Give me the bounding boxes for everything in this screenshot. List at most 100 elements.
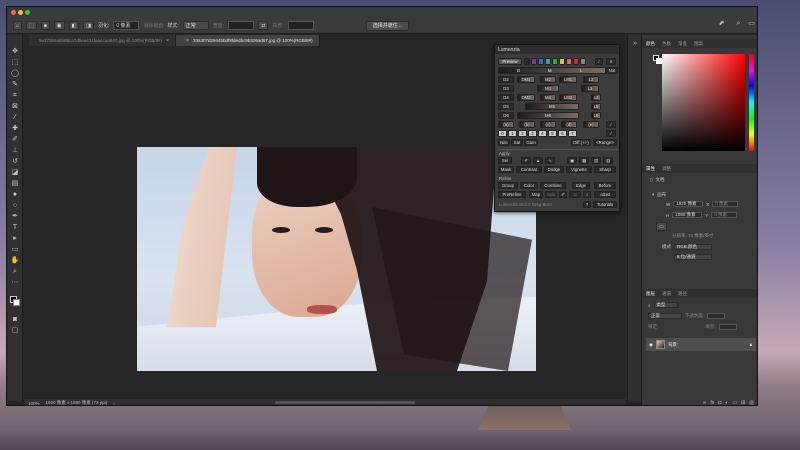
- solid-color-icon[interactable]: ▦: [579, 157, 589, 164]
- frame-tool-icon[interactable]: ⊠: [11, 102, 19, 110]
- before-button[interactable]: Before: [594, 182, 616, 189]
- zone-3-button[interactable]: 3: [528, 130, 537, 137]
- sqrt-icon[interactable]: √: [583, 191, 591, 198]
- horizontal-scrollbar[interactable]: [275, 401, 415, 404]
- gradient-map-icon[interactable]: ▤: [591, 157, 601, 164]
- curves-icon[interactable]: ∿: [545, 157, 555, 164]
- tab-layers[interactable]: 图层: [646, 291, 655, 297]
- d4-button[interactable]: D4: [498, 94, 514, 101]
- zoom-window-button[interactable]: [25, 10, 30, 15]
- dodge-tool-icon[interactable]: ○: [11, 201, 19, 209]
- range-eyedropper-icon[interactable]: ⁄: [606, 130, 616, 137]
- tab-channels[interactable]: 通道: [662, 291, 671, 297]
- fill-input[interactable]: [718, 324, 737, 330]
- lumenzia-title[interactable]: Lumenzia: [495, 45, 619, 54]
- swatch-black[interactable]: [524, 58, 530, 65]
- sharp-button[interactable]: Sharp: [594, 166, 616, 173]
- antialias-checkbox-label[interactable]: 消除锯齿: [143, 22, 163, 29]
- nite-button[interactable]: Nite: [498, 139, 510, 146]
- tab-swatches[interactable]: 色板: [662, 41, 671, 47]
- zone-d-button[interactable]: (d): [561, 121, 577, 128]
- eyedropper-tool-icon[interactable]: ⁄: [11, 113, 19, 121]
- close-window-button[interactable]: [11, 10, 16, 15]
- combine-button[interactable]: Combine: [540, 182, 566, 189]
- lasso-tool-icon[interactable]: ◯: [11, 69, 19, 77]
- tab-gradients[interactable]: 渐变: [678, 41, 687, 47]
- opacity-input[interactable]: [707, 313, 726, 319]
- l5-button[interactable]: L5: [591, 103, 601, 110]
- subtract-selection-icon[interactable]: ◧: [68, 21, 80, 30]
- sel-button[interactable]: Sel: [498, 157, 512, 164]
- hue-slider[interactable]: [749, 54, 754, 151]
- blur-tool-icon[interactable]: ●: [11, 190, 19, 198]
- zone-4-button[interactable]: 4: [538, 130, 547, 137]
- width-input[interactable]: [228, 21, 255, 30]
- quick-mask-icon[interactable]: ◙: [11, 315, 19, 323]
- d6-button[interactable]: D6: [498, 112, 514, 119]
- canvas-width-input[interactable]: 1920 像素: [673, 201, 704, 207]
- mask-small-icon[interactable]: ◘: [569, 191, 581, 198]
- crop-tool-icon[interactable]: ⌗: [11, 91, 19, 99]
- zone-6-button[interactable]: 6: [558, 130, 567, 137]
- collapse-panels-icon[interactable]: »: [631, 39, 639, 47]
- help-button[interactable]: ?: [583, 201, 591, 208]
- gradient-tool-icon[interactable]: ▤: [11, 179, 19, 187]
- zone-c-button[interactable]: (c): [540, 121, 556, 128]
- history-brush-tool-icon[interactable]: ↺: [11, 157, 19, 165]
- bit-depth-select[interactable]: 8 位/通道: [674, 254, 712, 260]
- tab-patterns[interactable]: 图案: [694, 41, 703, 47]
- document-info[interactable]: 1920 像素 x 1080 像素 (72 ppi): [46, 400, 108, 405]
- search-icon[interactable]: ⌕: [734, 19, 743, 28]
- color-picker-field[interactable]: [662, 54, 745, 151]
- chevron-right-icon[interactable]: ›: [113, 401, 115, 406]
- tab-document-2[interactable]: × 33a307d2944bbdf8fdedbc9b326ad67.jpg @ …: [176, 35, 320, 46]
- workspace-icon[interactable]: ▭: [747, 19, 756, 28]
- range-button[interactable]: <Range>: [593, 139, 617, 146]
- d2-button[interactable]: D2: [498, 76, 514, 83]
- m3-button[interactable]: M3: [537, 85, 559, 92]
- blend-mode-select[interactable]: 正常: [648, 313, 682, 319]
- color-button[interactable]: Color: [520, 182, 538, 189]
- adjustment-icon[interactable]: ◐: [725, 400, 728, 405]
- dust-button[interactable]: √dust: [594, 191, 616, 198]
- close-tab-icon[interactable]: ×: [186, 38, 189, 44]
- tab-color[interactable]: 颜色: [646, 41, 655, 47]
- not-button[interactable]: Not: [606, 67, 618, 74]
- d5-button[interactable]: D5: [498, 103, 514, 110]
- marquee-preset-icon[interactable]: ⬚: [26, 21, 37, 30]
- lm1-button[interactable]: LM1: [559, 76, 577, 83]
- intersect-selection-icon[interactable]: ◨: [83, 21, 94, 30]
- brush-small-icon[interactable]: ✐: [559, 191, 567, 198]
- zone-e-button[interactable]: (e): [583, 121, 599, 128]
- l-button[interactable]: L: [580, 68, 582, 73]
- color-mode-select[interactable]: RGB 颜色: [674, 244, 712, 250]
- minimize-window-button[interactable]: [18, 10, 23, 15]
- select-and-mask-button[interactable]: 选择并遮住...: [365, 20, 409, 31]
- eye-icon[interactable]: ◉: [649, 342, 653, 348]
- canvas-y-input[interactable]: 0 像素: [711, 212, 738, 218]
- swatch-red[interactable]: [573, 58, 579, 65]
- sat-button[interactable]: Sat: [511, 139, 523, 146]
- canvas-height-input[interactable]: 1080 像素: [672, 212, 703, 218]
- diff-button[interactable]: Diff (+/-): [571, 139, 591, 146]
- group-button[interactable]: Group: [498, 182, 518, 189]
- zone-b-button[interactable]: (b): [519, 121, 535, 128]
- zone-0-button[interactable]: 0: [498, 130, 507, 137]
- share-icon[interactable]: ⬈: [717, 19, 726, 28]
- clone-stamp-tool-icon[interactable]: ⊥: [11, 146, 19, 154]
- edge-button[interactable]: Edge: [572, 182, 590, 189]
- brush-tool-icon[interactable]: ✐: [11, 135, 19, 143]
- swatch-blue[interactable]: [538, 58, 544, 65]
- map-button[interactable]: Map: [529, 191, 543, 198]
- m4-button[interactable]: M4: [540, 94, 556, 101]
- gam-button[interactable]: Gam: [524, 139, 538, 146]
- new-selection-icon[interactable]: ■: [40, 21, 50, 30]
- add-selection-icon[interactable]: ▣: [53, 21, 65, 30]
- m6-button[interactable]: M6: [517, 112, 579, 119]
- feather-input[interactable]: 0 像素: [113, 21, 140, 30]
- swatch-orange[interactable]: [566, 58, 572, 65]
- canvas-section-header[interactable]: ▾ 画布: [652, 192, 666, 198]
- color-eyedropper-icon[interactable]: ⁄: [606, 121, 616, 128]
- zone-a-button[interactable]: (a): [498, 121, 514, 128]
- levels-icon[interactable]: ▲: [533, 157, 543, 164]
